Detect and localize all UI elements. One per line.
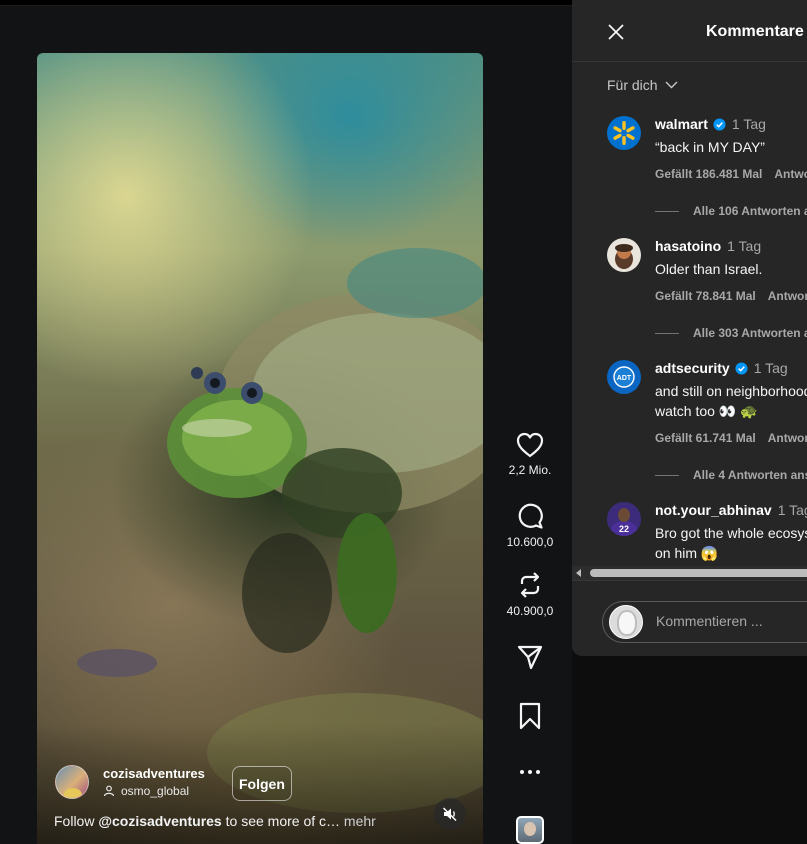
horizontal-scrollbar[interactable] xyxy=(572,566,807,580)
view-replies-label: Alle 106 Antworten ansehen xyxy=(693,204,807,218)
comments-title: Kommentare xyxy=(706,23,804,40)
creator-info: cozisadventures osmo_global xyxy=(55,765,205,799)
replies-divider xyxy=(655,332,679,334)
comment-username[interactable]: walmart xyxy=(655,116,708,132)
view-replies-toggle[interactable]: Alle 303 Antworten ansehen xyxy=(655,326,807,340)
comment-time: 1 Tag xyxy=(731,116,766,132)
caption-handle-link[interactable]: @cozisadventures xyxy=(98,813,221,829)
adtsecurity-avatar[interactable]: ADT xyxy=(607,360,641,394)
audio-credit-label: osmo_global xyxy=(121,784,190,798)
comment-meta: Gefällt 78.841 Mal Antworten xyxy=(655,289,807,303)
avatar-illustration xyxy=(615,244,633,269)
creator-avatar[interactable] xyxy=(55,765,89,799)
current-user-avatar xyxy=(609,605,643,639)
more-dots-icon[interactable] xyxy=(518,760,542,784)
comment-count[interactable]: 10.600,0 xyxy=(507,535,554,549)
reply-button[interactable]: Antworten xyxy=(768,289,807,303)
comment-text: “back in MY DAY” xyxy=(655,139,765,155)
comment-text: Bro got the whole ecosystem on him 😱 xyxy=(655,523,807,563)
scroll-left-arrow-icon[interactable] xyxy=(576,569,581,577)
comment-time: 1 Tag xyxy=(753,360,788,376)
reply-button[interactable]: Antworten xyxy=(768,431,807,445)
comment-like-count[interactable]: Gefällt 61.741 Mal xyxy=(655,431,756,445)
comment-text-line: on him 😱 xyxy=(655,545,719,561)
comments-panel: Kommentare Für dich walmart 1 Tag “back … xyxy=(572,0,807,656)
verified-badge-icon xyxy=(735,361,748,375)
view-replies-label: Alle 303 Antworten ansehen xyxy=(693,326,807,340)
mute-button[interactable] xyxy=(434,798,466,830)
view-replies-toggle[interactable]: Alle 106 Antworten ansehen xyxy=(655,204,807,218)
hasatoino-avatar[interactable] xyxy=(607,238,641,272)
comment-text-line: watch too 👀 🐢 xyxy=(655,403,758,419)
audio-thumbnail[interactable] xyxy=(516,816,544,844)
replies-divider xyxy=(655,474,679,476)
walmart-spark-icon xyxy=(613,121,635,145)
avatar-illustration: 22 xyxy=(607,502,641,536)
comment-like-count[interactable]: Gefällt 186.481 Mal xyxy=(655,167,762,181)
creator-name[interactable]: cozisadventures xyxy=(103,766,205,781)
comment-username[interactable]: hasatoino xyxy=(655,238,721,254)
comment-field[interactable] xyxy=(602,601,807,643)
chevron-down-icon xyxy=(665,81,678,89)
reel-video[interactable]: cozisadventures osmo_global Folgen Follo… xyxy=(37,53,483,844)
comments-header: Kommentare xyxy=(572,0,807,62)
save-action xyxy=(490,702,570,730)
repost-count[interactable]: 40.900,0 xyxy=(507,604,554,618)
video-caption: Follow @cozisadventures to see more of c… xyxy=(54,813,376,829)
caption-prefix: Follow xyxy=(54,813,99,829)
adt-logo-icon: ADT xyxy=(613,366,635,388)
reply-button[interactable]: Antworten xyxy=(774,167,807,181)
sort-label: Für dich xyxy=(607,77,658,93)
caption-ellipsis: … xyxy=(326,813,341,829)
speaker-muted-icon xyxy=(442,807,457,822)
svg-text:22: 22 xyxy=(619,524,629,534)
scrollbar-thumb[interactable] xyxy=(590,569,807,577)
like-action: 2,2 Mio. xyxy=(490,432,570,477)
like-count[interactable]: 2,2 Mio. xyxy=(509,463,552,477)
comment-text: Older than Israel. xyxy=(655,261,763,277)
comment-meta: Gefällt 61.741 Mal Antworten xyxy=(655,431,807,445)
comment-username[interactable]: not.your_abhinav xyxy=(655,502,772,518)
comment-text: and still on neighborhood watch too 👀 🐢 xyxy=(655,381,807,421)
repost-action: 40.900,0 xyxy=(490,571,570,618)
comment-like-count[interactable]: Gefällt 78.841 Mal xyxy=(655,289,756,303)
comment-action: 10.600,0 xyxy=(490,502,570,549)
view-replies-label: Alle 4 Antworten ansehen xyxy=(693,468,807,482)
repost-icon[interactable] xyxy=(516,571,544,599)
bookmark-icon[interactable] xyxy=(518,702,542,730)
more-action xyxy=(490,760,570,784)
walmart-avatar[interactable] xyxy=(607,116,641,150)
not-your-abhinav-avatar[interactable]: 22 xyxy=(607,502,641,536)
comment-username[interactable]: adtsecurity xyxy=(655,360,730,376)
caption-more-link[interactable]: mehr xyxy=(340,813,376,829)
caption-text: to see more of c xyxy=(221,813,327,829)
comment-meta: Gefällt 186.481 Mal Antworten xyxy=(655,167,807,181)
comment-composer xyxy=(572,580,807,656)
view-replies-toggle[interactable]: Alle 4 Antworten ansehen xyxy=(655,468,807,482)
svg-text:ADT: ADT xyxy=(617,375,632,382)
close-icon[interactable] xyxy=(606,22,626,42)
audio-credit[interactable]: osmo_global xyxy=(103,784,205,798)
share-action xyxy=(490,643,570,671)
person-icon xyxy=(103,785,115,797)
verified-badge-icon xyxy=(713,117,726,131)
comment-time: 1 Tag xyxy=(777,502,807,518)
comment-text-line: and still on neighborhood xyxy=(655,383,807,399)
comment-time: 1 Tag xyxy=(727,238,762,254)
comment-sort-dropdown[interactable]: Für dich xyxy=(607,77,678,93)
share-paper-plane-icon[interactable] xyxy=(516,643,544,671)
comment-input[interactable] xyxy=(656,613,807,629)
replies-divider xyxy=(655,210,679,212)
comment-text-line: Bro got the whole ecosystem xyxy=(655,525,807,541)
comment-bubble-icon[interactable] xyxy=(516,502,544,530)
follow-button[interactable]: Folgen xyxy=(232,766,292,801)
heart-icon[interactable] xyxy=(516,432,544,458)
